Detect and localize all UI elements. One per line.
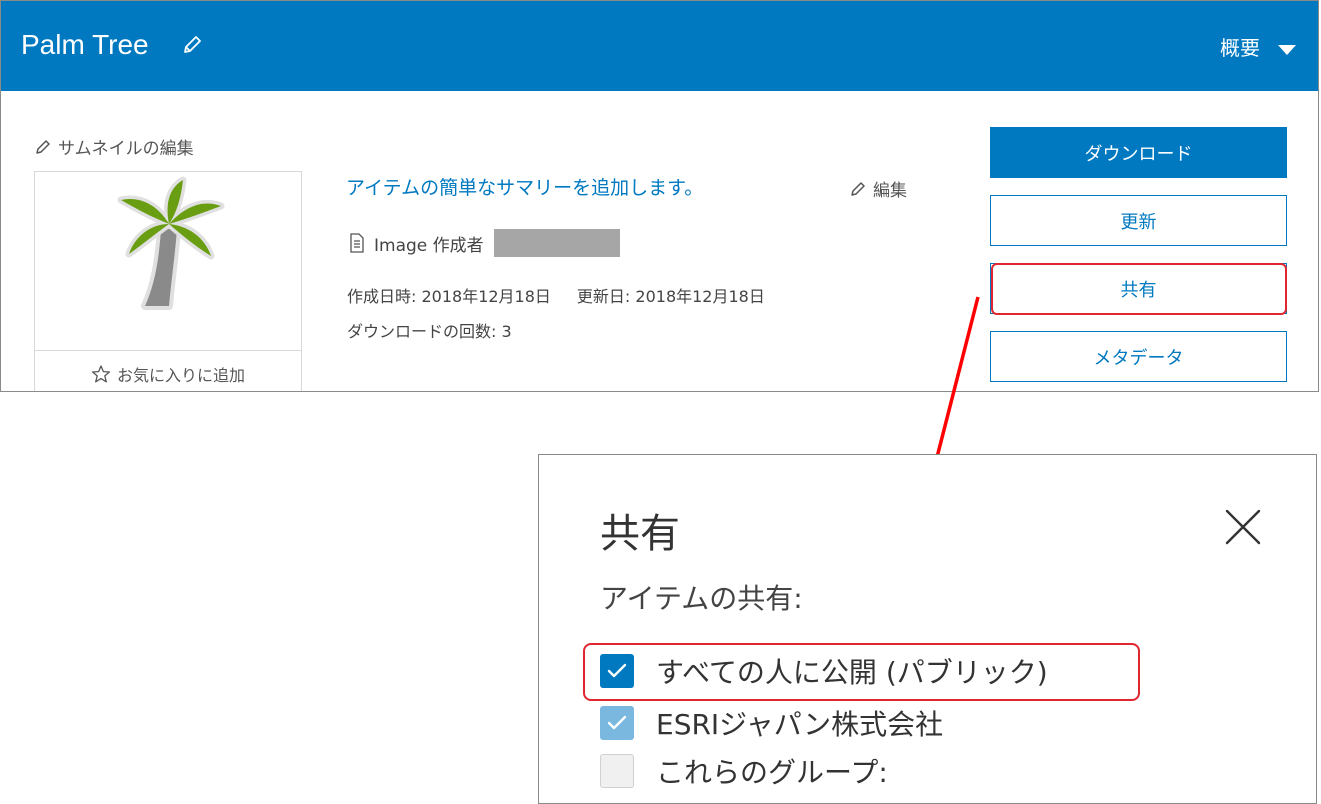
item-type-owner: Image 作成者 xyxy=(348,229,620,257)
share-public-option[interactable]: すべての人に公開 (パブリック) xyxy=(600,651,1048,691)
public-checkbox[interactable] xyxy=(600,654,634,688)
document-icon xyxy=(350,233,364,253)
palm-tree-thumbnail-image xyxy=(117,176,225,310)
caret-down-icon xyxy=(1278,44,1296,55)
updated-date: 更新日: 2018年12月18日 xyxy=(576,287,765,306)
share-dialog: 共有 アイテムの共有: すべての人に公開 (パブリック) ESRIジャパン株式会… xyxy=(538,454,1317,804)
share-button[interactable]: 共有 xyxy=(990,263,1287,314)
redacted-owner-name xyxy=(493,229,620,257)
check-icon xyxy=(607,663,627,678)
public-option-label: すべての人に公開 (パブリック) xyxy=(656,656,1048,689)
share-groups-option[interactable]: これらのグループ: xyxy=(600,751,888,791)
edit-summary-label: 編集 xyxy=(873,181,907,201)
groups-option-label: これらのグループ: xyxy=(656,756,888,789)
check-icon xyxy=(607,715,627,730)
download-button[interactable]: ダウンロード xyxy=(990,127,1287,178)
download-count: ダウンロードの回数: 3 xyxy=(347,322,512,341)
edit-summary-link[interactable]: 編集 xyxy=(849,176,907,201)
organization-checkbox[interactable] xyxy=(600,706,634,740)
star-icon xyxy=(91,365,111,383)
item-header: Palm Tree 概要 xyxy=(1,1,1318,91)
groups-checkbox[interactable] xyxy=(600,754,634,788)
edit-title-pencil-icon[interactable] xyxy=(181,34,203,56)
thumbnail-box: お気に入りに追加 xyxy=(34,171,302,391)
organization-option-label: ESRIジャパン株式会社 xyxy=(656,708,944,741)
overview-menu-label: 概要 xyxy=(1220,36,1260,60)
item-title: Palm Tree xyxy=(21,29,149,60)
share-organization-option[interactable]: ESRIジャパン株式会社 xyxy=(600,703,943,743)
share-dialog-title: 共有 xyxy=(600,511,680,557)
pencil-icon xyxy=(851,181,865,196)
item-dates: 作成日時: 2018年12月18日 更新日: 2018年12月18日 xyxy=(347,283,765,307)
share-dialog-subtitle: アイテムの共有: xyxy=(600,582,803,615)
edit-thumbnail-label: サムネイルの編集 xyxy=(58,139,194,159)
metadata-button[interactable]: メタデータ xyxy=(990,331,1287,382)
add-summary-link[interactable]: アイテムの簡単なサマリーを追加します。 xyxy=(346,173,703,200)
edit-thumbnail-link[interactable]: サムネイルの編集 xyxy=(34,134,194,159)
item-page-panel: Palm Tree 概要 サムネイルの編集 お気に入りに追加 アイテムの簡単なサ… xyxy=(0,0,1319,392)
overview-menu-dropdown[interactable]: 概要 xyxy=(1220,35,1296,61)
pencil-icon xyxy=(36,139,50,154)
created-date: 作成日時: 2018年12月18日 xyxy=(347,287,551,306)
add-to-favorites-label: お気に入りに追加 xyxy=(116,366,245,385)
close-icon[interactable] xyxy=(1225,509,1261,545)
item-type-text: Image 作成者 xyxy=(374,235,484,256)
add-to-favorites-button[interactable]: お気に入りに追加 xyxy=(35,350,301,391)
update-button[interactable]: 更新 xyxy=(990,195,1287,246)
